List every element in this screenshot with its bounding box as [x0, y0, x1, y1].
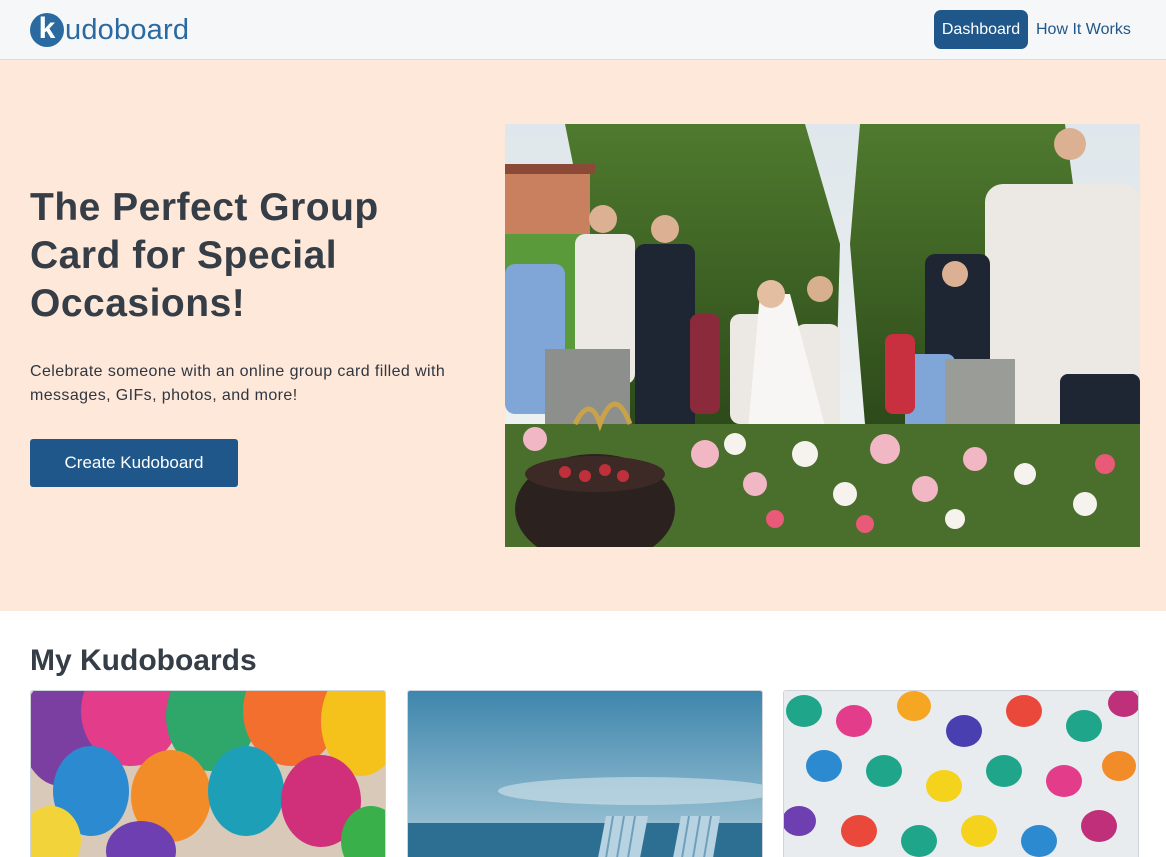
kudoboard-card[interactable]	[407, 690, 763, 857]
dashboard-button[interactable]: Dashboard	[934, 10, 1028, 49]
kudoboard-logo[interactable]: k udoboard	[30, 12, 189, 48]
logo-text: udoboard	[65, 13, 190, 46]
my-kudoboards-title: My Kudoboards	[30, 644, 257, 677]
top-navbar: k udoboard Dashboard How It Works	[0, 0, 1166, 60]
kudoboard-card[interactable]	[30, 690, 386, 857]
hero-celebration-photo	[505, 124, 1140, 547]
logo-letter: k	[30, 13, 64, 47]
hero-title: The Perfect Group Card for Special Occas…	[30, 186, 379, 325]
create-kudoboard-button[interactable]: Create Kudoboard	[30, 439, 238, 487]
beach-chairs-image	[408, 691, 762, 857]
hero-section: The Perfect Group Card for Special Occas…	[0, 60, 1166, 611]
balloons-overhead-image	[784, 691, 1138, 857]
colorful-balloons-image	[31, 691, 385, 857]
kudoboard-card[interactable]	[783, 690, 1139, 857]
hero-subtitle: Celebrate someone with an online group c…	[30, 363, 446, 404]
how-it-works-link[interactable]: How It Works	[1036, 10, 1131, 49]
